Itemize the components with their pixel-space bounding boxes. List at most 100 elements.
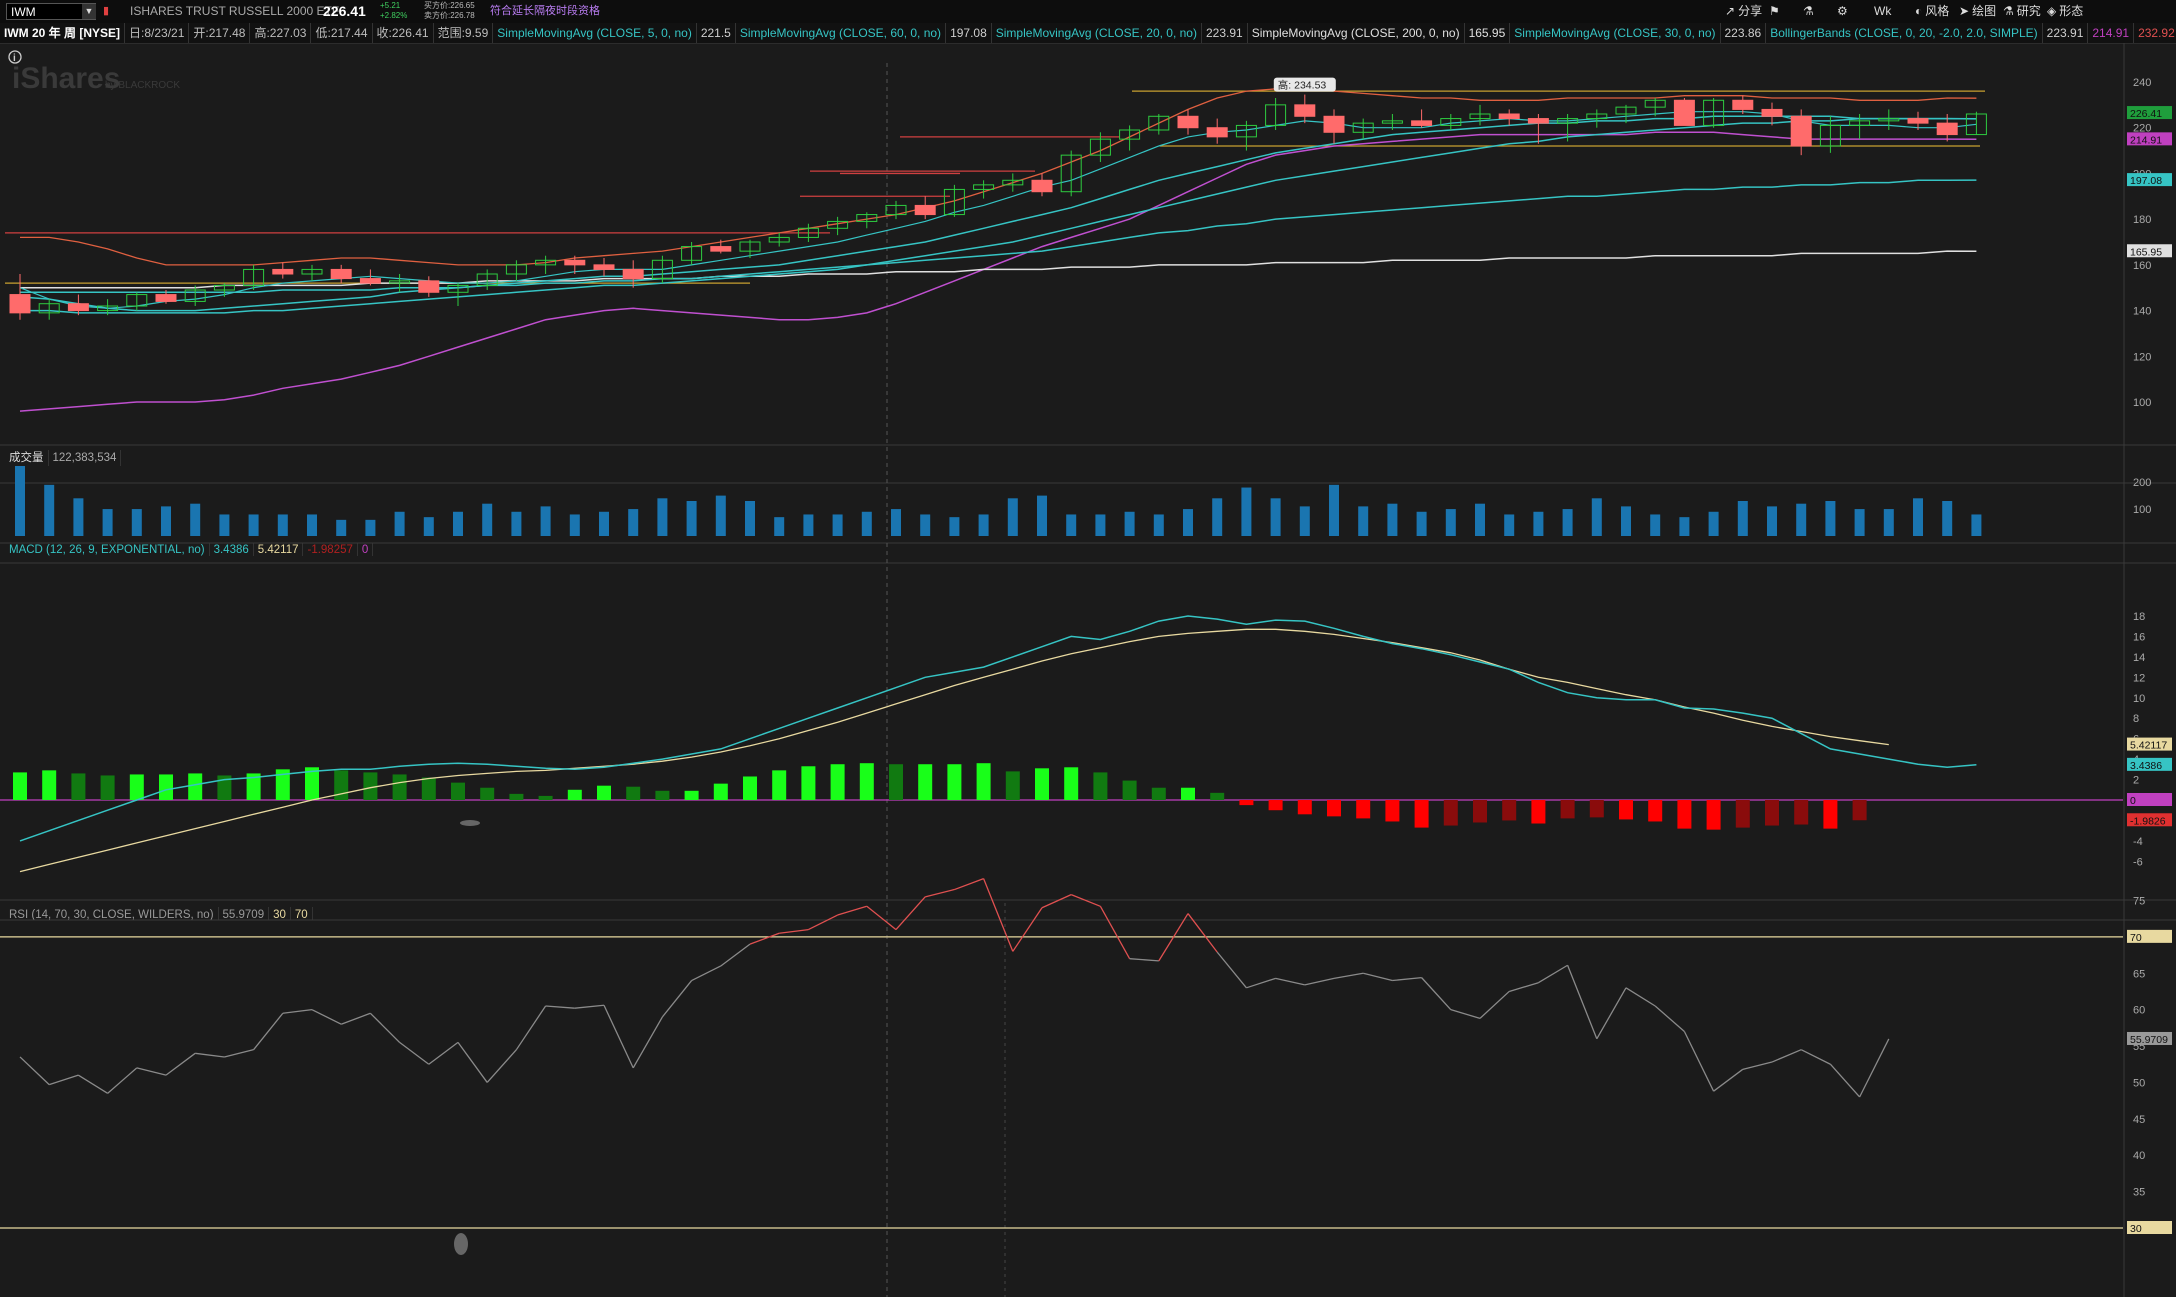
macd-tick: 12 bbox=[2133, 672, 2145, 684]
pattern-button[interactable]: ◈ 形态 bbox=[2047, 0, 2083, 23]
macd-histogram-bar bbox=[889, 764, 903, 800]
volume-bar bbox=[540, 506, 551, 536]
bar-date: 日:8/23/21 bbox=[125, 23, 190, 43]
volume-tick: 200 bbox=[2133, 477, 2151, 489]
extended-hours-note[interactable]: 符合延长隔夜时段资格 bbox=[490, 0, 600, 23]
candle-body bbox=[564, 259, 586, 266]
cursor-button[interactable]: ➤ 绘图 bbox=[1959, 0, 1996, 23]
candle-body bbox=[272, 268, 294, 275]
macd-histogram-bar bbox=[626, 786, 641, 800]
volume-bar bbox=[569, 514, 580, 536]
price-tick: 180 bbox=[2133, 214, 2151, 226]
top-toolbar: IWM ▼ ▮ ISHARES TRUST RUSSELL 2000 ETF 2… bbox=[0, 0, 2176, 24]
flask-icon: ⚗ bbox=[2003, 4, 2014, 18]
volume-bar bbox=[1475, 503, 1485, 536]
macd-histogram-bar bbox=[1181, 787, 1195, 800]
macd-histogram-bar bbox=[480, 787, 495, 800]
volume-bar bbox=[277, 514, 288, 536]
volume-bar bbox=[891, 509, 901, 536]
chart-title: IWM 20 年 周 [NYSE] bbox=[0, 23, 126, 43]
volume-bar bbox=[599, 511, 609, 536]
macd-histogram-bar bbox=[1064, 767, 1079, 800]
macd-histogram-bar bbox=[684, 790, 699, 800]
rsi-tick: 60 bbox=[2133, 1005, 2145, 1017]
volume-bar bbox=[1883, 509, 1894, 536]
volume-bar bbox=[920, 514, 931, 536]
chart-info-bar: IWM 20 年 周 [NYSE] 日:8/23/21 开:217.48 高:227.… bbox=[0, 23, 2176, 44]
axis-badge-text: 214.91 bbox=[2130, 134, 2162, 146]
gear-button[interactable]: ⚙ bbox=[1837, 0, 1851, 23]
macd-histogram-bar bbox=[509, 793, 524, 800]
macd-histogram-bar bbox=[42, 770, 57, 800]
macd-histogram-bar bbox=[1765, 800, 1779, 826]
bid-ask-block: 买方价:226.65 卖方价:226.78 bbox=[424, 1, 475, 21]
volume-bar bbox=[1942, 501, 1953, 536]
volume-bar bbox=[861, 511, 872, 536]
volume-bar bbox=[1679, 517, 1690, 536]
company-name: ISHARES TRUST RUSSELL 2000 ETF bbox=[130, 4, 340, 18]
volume-tick: 100 bbox=[2133, 504, 2151, 516]
volume-bar bbox=[1037, 495, 1047, 536]
toolbar-button-label: 风格 bbox=[1925, 4, 1950, 18]
candle-body bbox=[1031, 179, 1053, 193]
study-name[interactable]: SimpleMovingAvg (CLOSE, 60, 0, no) bbox=[736, 23, 947, 43]
cursor-icon: ➤ bbox=[1959, 4, 1970, 18]
macd-histogram-bar bbox=[1356, 800, 1371, 819]
volume-bar bbox=[1533, 511, 1544, 536]
price-badge: 197.08 bbox=[2127, 173, 2172, 187]
macd-badge: 0 bbox=[2127, 793, 2172, 807]
volume-bar bbox=[1796, 503, 1807, 536]
study-name[interactable]: SimpleMovingAvg (CLOSE, 30, 0, no) bbox=[1510, 23, 1721, 43]
price-tick: 140 bbox=[2133, 306, 2151, 318]
volume-bar bbox=[1212, 498, 1223, 536]
timeframe-button[interactable]: Wk bbox=[1871, 0, 1891, 23]
bar-high: 高:227.03 bbox=[250, 23, 312, 43]
volume-bar bbox=[745, 501, 755, 536]
style-button[interactable]: ◐ 风格 bbox=[1915, 0, 1949, 23]
volume-bar bbox=[949, 517, 960, 536]
candle-body bbox=[1527, 118, 1549, 124]
volume-bar bbox=[1066, 514, 1077, 536]
chart-canvas[interactable]: iSharesby BLACKROCKi24022020018016014012… bbox=[0, 43, 2176, 1297]
volume-bar bbox=[161, 506, 171, 536]
candle-body bbox=[1907, 118, 1929, 124]
candle-body bbox=[1790, 115, 1812, 147]
axis-badge-text: 226.41 bbox=[2130, 108, 2162, 120]
macd-histogram-bar bbox=[1268, 800, 1283, 811]
rsi-badge: 70 bbox=[2127, 929, 2172, 944]
macd-histogram-bar bbox=[918, 764, 933, 800]
candle-body bbox=[359, 278, 381, 284]
study-name[interactable]: SimpleMovingAvg (CLOSE, 20, 0, no) bbox=[992, 23, 1202, 43]
macd-histogram-bar bbox=[1239, 800, 1254, 806]
axis-badge-text: 3.4386 bbox=[2130, 760, 2162, 772]
symbol-dropdown-icon[interactable]: ▼ bbox=[82, 4, 96, 19]
candle-body bbox=[1294, 104, 1316, 117]
rsi-tick: 40 bbox=[2133, 1150, 2145, 1162]
study-labels: SimpleMovingAvg (CLOSE, 5, 0, no) 221.5 Si… bbox=[493, 23, 2089, 43]
share-button[interactable]: ↗ 分享 bbox=[1725, 0, 1762, 23]
study-name[interactable]: SimpleMovingAvg (CLOSE, 5, 0, no) bbox=[493, 23, 697, 43]
macd-histogram-bar bbox=[801, 766, 816, 800]
flag-icon[interactable]: ▮ bbox=[103, 0, 109, 23]
candle-body bbox=[67, 303, 89, 312]
high-label: 高: 234.53 bbox=[1278, 79, 1327, 92]
bb-upper-value: 232.92 bbox=[2134, 23, 2176, 43]
rsi-tick: 45 bbox=[2133, 1114, 2145, 1126]
beaker-button[interactable]: ⚗ bbox=[1803, 0, 1817, 23]
axis-badge-text: 165.95 bbox=[2130, 246, 2162, 258]
flask-button[interactable]: ⚗ 研究 bbox=[2003, 0, 2041, 23]
toolbar-button-label: 分享 bbox=[1738, 4, 1763, 18]
candle-body bbox=[1411, 120, 1433, 126]
study-value: 223.91 bbox=[2043, 23, 2089, 43]
flag-button[interactable]: ⚑ bbox=[1769, 0, 1783, 23]
macd-histogram-bar bbox=[655, 790, 670, 800]
macd-histogram-bar bbox=[129, 774, 144, 800]
study-name[interactable]: BollingerBands (CLOSE, 0, 20, -2.0, 2.0,… bbox=[1766, 23, 2043, 43]
volume-bar bbox=[511, 511, 522, 536]
candle-body bbox=[1761, 108, 1783, 117]
candle-body bbox=[1673, 99, 1695, 126]
bar-close: 收:226.41 bbox=[373, 23, 434, 43]
macd-histogram-bar bbox=[1297, 800, 1312, 815]
rsi-segment bbox=[837, 905, 867, 916]
study-name[interactable]: SimpleMovingAvg (CLOSE, 200, 0, no) bbox=[1248, 23, 1465, 43]
